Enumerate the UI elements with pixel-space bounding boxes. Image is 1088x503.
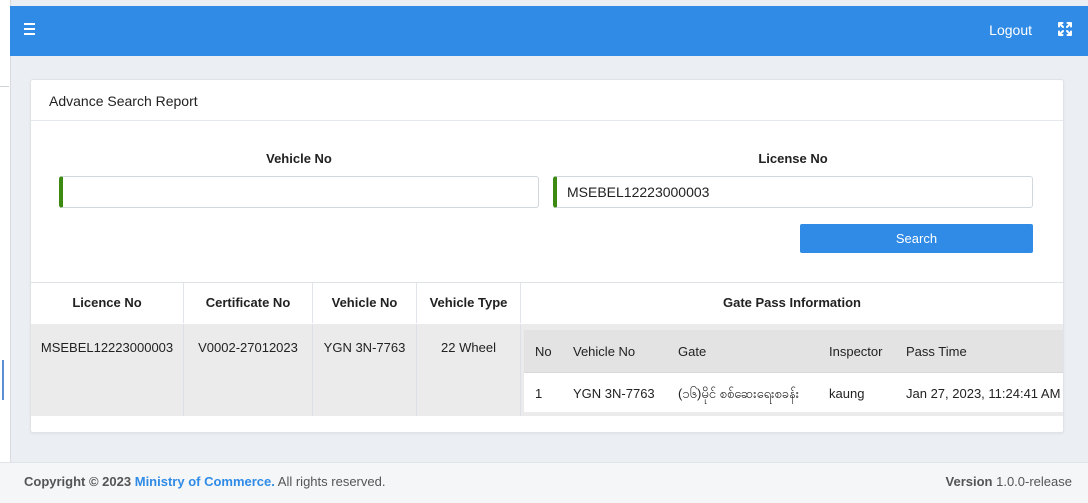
gp-cell-inspector: kaung (829, 386, 865, 401)
org-link[interactable]: Ministry of Commerce. (135, 474, 275, 489)
gp-cell-gate: (၁၆)မိုင် စစ်ဆေးရေးစခန်း (678, 386, 800, 401)
vehicle-no-label: Vehicle No (266, 151, 332, 166)
license-no-input[interactable] (553, 176, 1033, 208)
hamburger-icon[interactable] (24, 23, 35, 37)
col-gate-pass-info: Gate Pass Information (521, 283, 1063, 323)
col-certificate-no: Certificate No (184, 283, 313, 323)
cell-vehicle-no: YGN 3N-7763 (313, 324, 417, 416)
gp-col-pass-time: Pass Time (906, 344, 967, 359)
copyright-prefix: Copyright © 2023 (24, 474, 132, 489)
search-button[interactable]: Search (800, 224, 1033, 253)
gp-col-gate: Gate (678, 344, 707, 359)
col-vehicle-no: Vehicle No (313, 283, 417, 323)
gp-cell-no: 1 (535, 386, 543, 401)
gate-pass-table: No Vehicle No Gate Inspector Pass Time 1… (524, 330, 1063, 412)
version-label: Version (945, 474, 993, 489)
vehicle-no-input[interactable] (59, 176, 539, 208)
sidebar-collapsed (0, 0, 11, 502)
sidebar-divider (0, 86, 9, 87)
gp-cell-pass-time: Jan 27, 2023, 11:24:41 AM (906, 386, 1061, 401)
card-title: Advance Search Report (31, 80, 1063, 121)
col-vehicle-type: Vehicle Type (417, 283, 521, 323)
fullscreen-icon[interactable] (1056, 20, 1074, 38)
rights-text: All rights reserved. (277, 474, 386, 489)
results-table: Licence No Certificate No Vehicle No Veh… (31, 282, 1063, 416)
gp-cell-vehicle-no: YGN 3N-7763 (573, 386, 655, 401)
page-footer: Copyright © 2023 Ministry of Commerce. A… (0, 462, 1088, 503)
gp-col-vehicle-no: Vehicle No (573, 344, 636, 359)
cell-certificate-no: V0002-27012023 (184, 324, 313, 416)
cell-licence-no: MSEBEL12223000003 (31, 324, 184, 416)
logout-link[interactable]: Logout (989, 22, 1032, 38)
advance-search-card: Advance Search Report Vehicle No License… (30, 79, 1064, 433)
gate-pass-header: No Vehicle No Gate Inspector Pass Time (524, 330, 1063, 372)
version-info: Version 1.0.0-release (946, 474, 1072, 489)
copyright-text: Copyright © 2023 Ministry of Commerce. A… (24, 474, 385, 489)
license-no-label: License No (758, 151, 828, 166)
top-navbar: Logout (10, 6, 1088, 56)
gp-col-no: No (535, 344, 552, 359)
version-value: 1.0.0-release (996, 474, 1072, 489)
gp-col-inspector: Inspector (829, 344, 883, 359)
gate-pass-divider (524, 372, 1063, 373)
col-licence-no: Licence No (31, 283, 184, 323)
sidebar-active-indicator (2, 360, 4, 400)
gate-pass-cell: No Vehicle No Gate Inspector Pass Time 1… (521, 324, 1063, 416)
cell-vehicle-type: 22 Wheel (417, 324, 521, 416)
